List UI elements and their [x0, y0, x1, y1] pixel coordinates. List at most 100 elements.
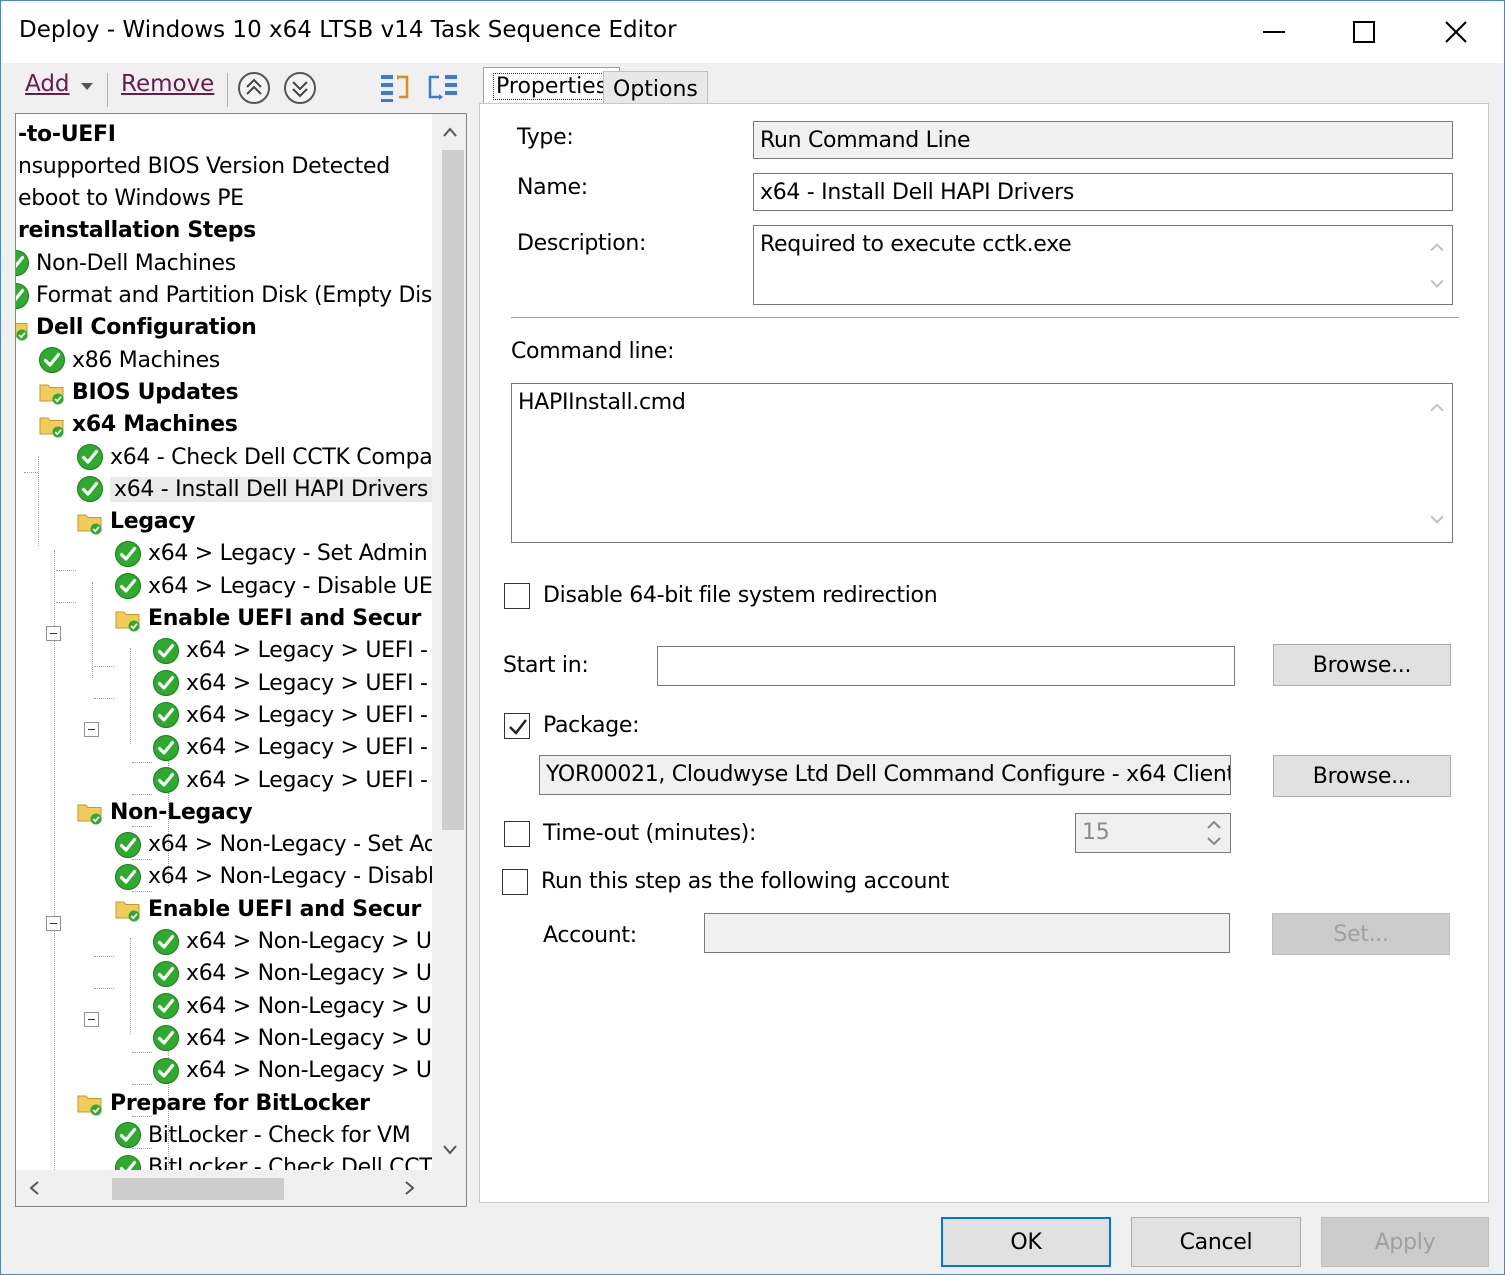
tree-item[interactable]: eboot to Windows PE — [18, 183, 244, 215]
tree-item-label: Format and Partition Disk (Empty Disk) — [36, 283, 432, 308]
timeout-spinner-icon[interactable] — [1197, 813, 1231, 853]
tree-item[interactable]: x64 > Non-Legacy > UEI — [152, 1055, 432, 1087]
tree-item[interactable]: x64 > Legacy > UEFI - E — [152, 699, 432, 731]
tree-item[interactable]: BitLocker - Check Dell CCTK — [114, 1152, 432, 1170]
tree-connector-line — [56, 570, 76, 571]
tree-item[interactable]: x64 > Non-Legacy > UEI — [152, 1022, 432, 1054]
command-line-textarea[interactable]: HAPIInstall.cmd — [511, 383, 1453, 543]
tree-connector-line — [132, 1084, 152, 1085]
tree-item-label: x64 - Install Dell HAPI Drivers — [110, 476, 432, 502]
start-in-browse-button[interactable]: Browse... — [1273, 644, 1451, 686]
success-check-icon — [16, 282, 29, 309]
tree-item-label: x64 > Legacy - Disable UEFI — [148, 573, 432, 599]
disable-redirection-checkbox[interactable] — [504, 583, 530, 609]
tree-item[interactable]: BitLocker - Check for VM — [114, 1119, 411, 1151]
start-in-input[interactable] — [657, 646, 1235, 686]
scroll-up-icon[interactable] — [442, 126, 458, 138]
tree-item-label: Prepare for BitLocker — [110, 1090, 370, 1116]
tree-item[interactable]: BIOS Updates — [38, 376, 239, 408]
add-button[interactable]: Add — [25, 71, 70, 97]
tree-item[interactable]: x64 > Legacy > UEFI - F — [152, 732, 432, 764]
account-input[interactable] — [704, 913, 1230, 953]
success-check-icon — [115, 831, 141, 858]
tab-options[interactable]: Options — [603, 71, 708, 107]
cancel-button[interactable]: Cancel — [1131, 1217, 1301, 1267]
tree-item[interactable]: x64 - Install Dell HAPI Drivers — [76, 473, 432, 505]
tree-horizontal-scrollbar[interactable] — [16, 1170, 432, 1206]
name-input[interactable]: x64 - Install Dell HAPI Drivers — [753, 173, 1453, 211]
collapse-node-icon[interactable] — [84, 1012, 99, 1027]
tree-item[interactable]: x64 > Legacy > UEFI - E — [152, 635, 432, 667]
tree-vertical-scrollbar[interactable] — [432, 114, 466, 1170]
ok-button[interactable]: OK — [941, 1217, 1111, 1267]
close-button[interactable] — [1411, 7, 1501, 57]
tree-connector-line — [92, 582, 93, 678]
collapse-node-icon[interactable] — [84, 722, 99, 737]
move-up-icon[interactable] — [237, 71, 271, 105]
success-check-icon — [39, 347, 65, 374]
remove-button[interactable]: Remove — [121, 71, 214, 97]
tree-item[interactable]: -to-UEFI — [18, 118, 116, 150]
tree-item[interactable]: reinstallation Steps — [18, 215, 256, 247]
tree-item-label: x64 > Non-Legacy > UEI — [186, 1058, 432, 1084]
tree-item-label: nsupported BIOS Version Detected — [18, 153, 390, 179]
command-line-scrollbar[interactable] — [1422, 384, 1452, 542]
minimize-button[interactable] — [1229, 7, 1319, 57]
group-folder-icon — [77, 514, 102, 535]
success-check-icon — [153, 670, 179, 697]
tree-item-label: x64 > Non-Legacy - Disable — [148, 864, 432, 890]
tree-item[interactable]: x64 Machines — [38, 409, 238, 441]
tree-item[interactable]: x64 > Legacy - Disable UEFI — [114, 570, 432, 602]
description-text: Required to execute cctk.exe — [760, 232, 1072, 257]
collapse-node-icon[interactable] — [46, 916, 61, 931]
tree-item[interactable]: x64 > Non-Legacy - Disable — [114, 861, 432, 893]
tree-item[interactable]: Non-Legacy — [76, 796, 253, 828]
timeout-checkbox[interactable] — [504, 821, 530, 847]
move-down-icon[interactable] — [283, 71, 317, 105]
tree-item[interactable]: x86 Machines — [38, 344, 220, 376]
vertical-scroll-thumb[interactable] — [442, 150, 464, 830]
tree-item[interactable]: x64 - Check Dell CCTK Compatib — [76, 441, 432, 473]
account-label: Account: — [543, 923, 637, 948]
tree-item[interactable]: Format and Partition Disk (Empty Disk) — [16, 280, 432, 312]
package-checkbox[interactable] — [504, 713, 530, 739]
scroll-right-icon[interactable] — [404, 1180, 416, 1196]
tree-item[interactable]: Legacy — [76, 506, 195, 538]
tree-item-label: x64 > Legacy > UEFI - E — [186, 702, 432, 728]
tab-properties[interactable]: Properties — [483, 67, 621, 105]
horizontal-scroll-thumb[interactable] — [112, 1178, 284, 1200]
tree-item-label: x64 > Non-Legacy > UEI — [186, 1025, 432, 1051]
tree-item[interactable]: x64 > Non-Legacy - Set Adm — [114, 829, 432, 861]
collapse-node-icon[interactable] — [46, 626, 61, 641]
tree-item[interactable]: nsupported BIOS Version Detected — [18, 150, 390, 182]
collapse-icon[interactable] — [425, 71, 459, 105]
tree-item[interactable]: x64 > Non-Legacy > UEI — [152, 990, 432, 1022]
tree-connector-line — [132, 1052, 152, 1053]
tree-item[interactable]: Dell Configuration — [16, 312, 257, 344]
tree-item[interactable]: Non-Dell Machines — [16, 247, 236, 279]
tree-item[interactable]: x64 > Legacy > UEFI - R — [152, 764, 432, 796]
scroll-left-icon[interactable] — [28, 1180, 40, 1196]
start-in-label: Start in: — [503, 653, 589, 678]
scroll-down-icon[interactable] — [442, 1144, 458, 1156]
tree-item[interactable]: Enable UEFI and Secur — [114, 603, 421, 635]
add-dropdown-caret-icon[interactable] — [81, 83, 93, 90]
tree-item[interactable]: Enable UEFI and Secur — [114, 893, 421, 925]
description-scrollbar[interactable] — [1422, 226, 1452, 304]
tree-item[interactable]: Prepare for BitLocker — [76, 1087, 370, 1119]
task-sequence-editor-window: Deploy - Windows 10 x64 LTSB v14 Task Se… — [0, 0, 1505, 1275]
tree-item[interactable]: x64 > Non-Legacy > UEI — [152, 958, 432, 990]
run-as-checkbox[interactable] — [502, 869, 528, 895]
tree-item-label: eboot to Windows PE — [18, 186, 244, 212]
package-browse-button[interactable]: Browse... — [1273, 755, 1451, 797]
tree-item[interactable]: x64 > Legacy - Set Admin Pa — [114, 538, 432, 570]
task-sequence-tree[interactable]: -to-UEFI nsupported BIOS Version Detected… — [15, 113, 467, 1207]
tree-item[interactable]: x64 > Legacy > UEFI - D — [152, 667, 432, 699]
apply-button[interactable]: Apply — [1321, 1217, 1489, 1267]
tree-item[interactable]: x64 > Non-Legacy > UEI — [152, 926, 432, 958]
tab-options-label: Options — [613, 77, 698, 102]
maximize-button[interactable] — [1319, 7, 1409, 57]
expand-icon[interactable] — [379, 71, 413, 105]
set-account-button[interactable]: Set... — [1272, 913, 1450, 955]
description-textarea[interactable]: Required to execute cctk.exe — [753, 225, 1453, 305]
